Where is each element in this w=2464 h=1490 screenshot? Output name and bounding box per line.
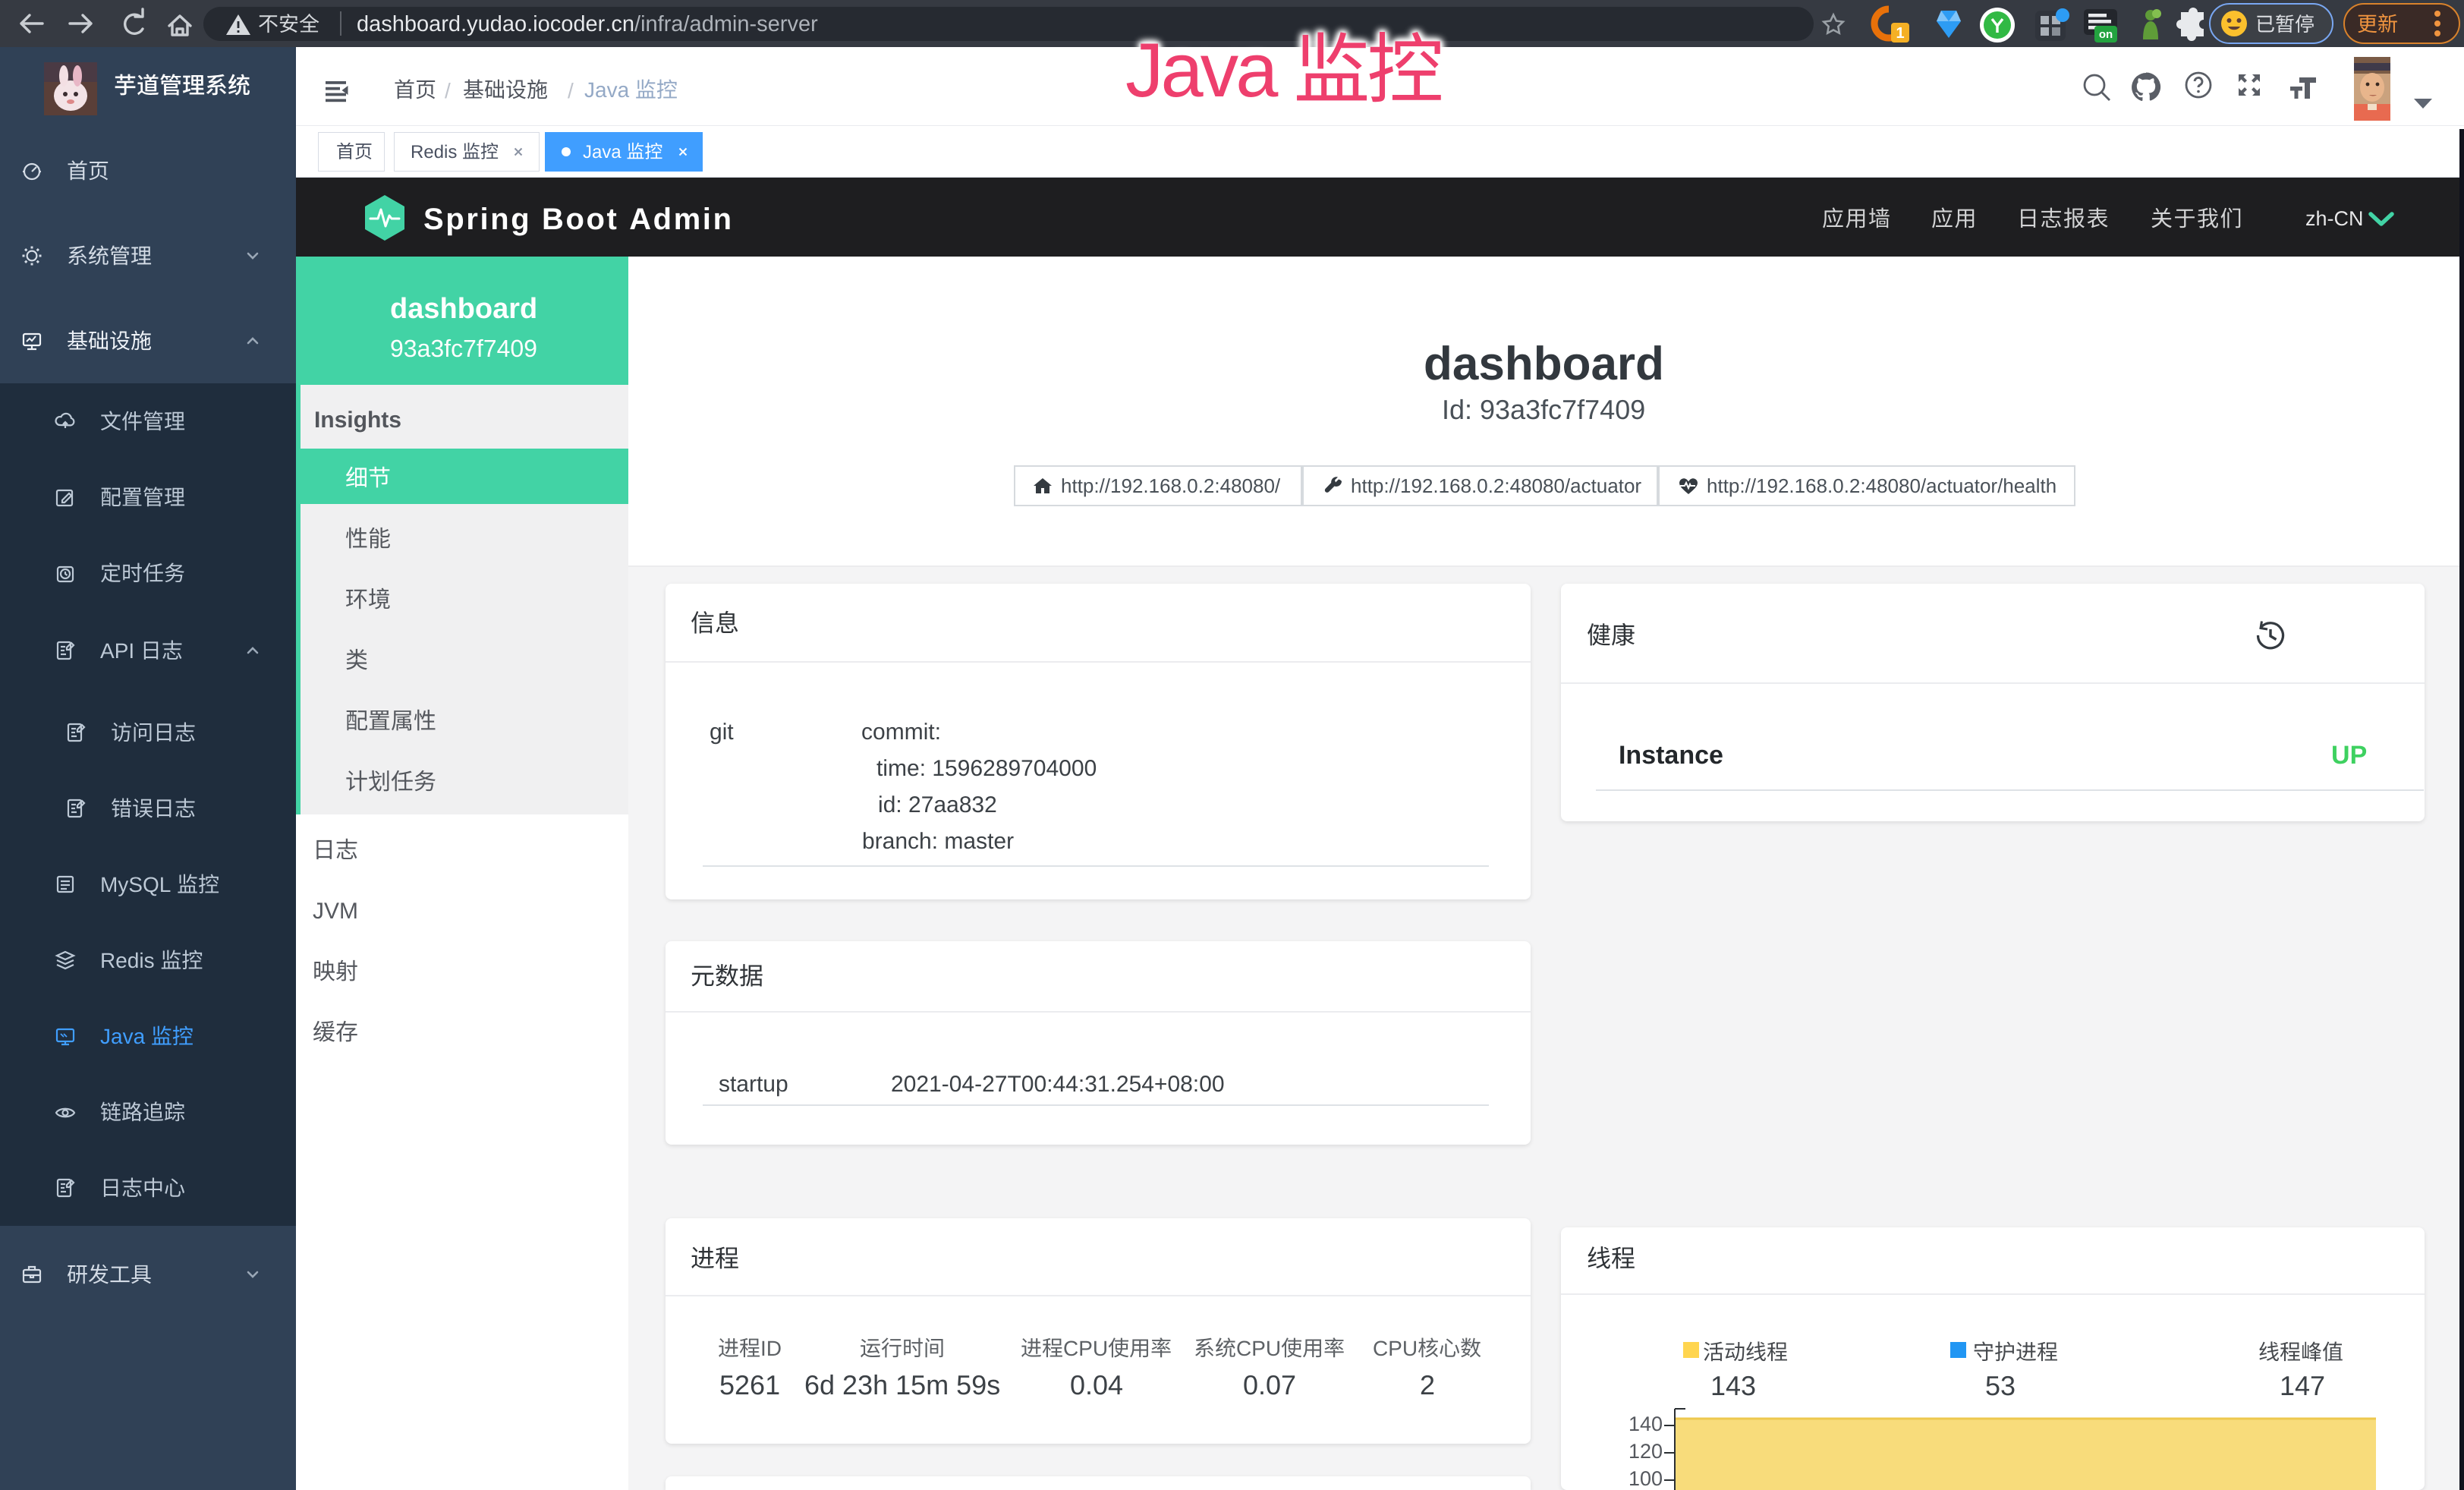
svg-text:1: 1 (1896, 25, 1904, 42)
svg-text:on: on (2099, 28, 2113, 41)
